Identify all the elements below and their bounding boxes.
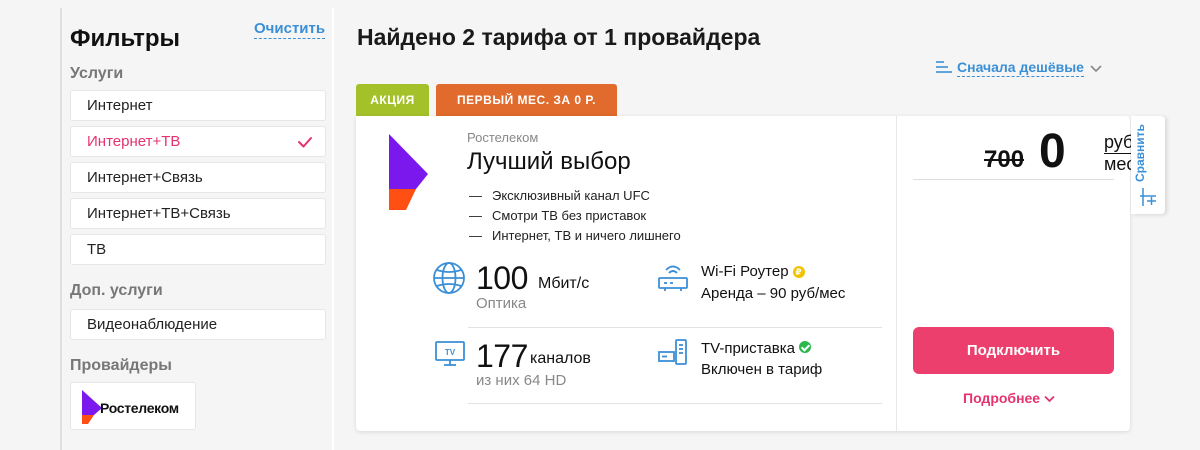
feature-item: Смотри ТВ без приставок: [469, 206, 681, 226]
tariff-card: Ростелеком Лучший выбор Эксклюзивный кан…: [356, 116, 1140, 431]
filter-label: ТВ: [87, 241, 107, 258]
tvbox-included: Включен в тариф: [701, 361, 823, 378]
provider-name: Ростелеком: [100, 400, 179, 416]
provider-name: Ростелеком: [467, 130, 539, 145]
globe-icon: [432, 261, 466, 300]
coin-icon: ₽: [792, 266, 805, 278]
filter-tv[interactable]: ТВ: [70, 234, 326, 265]
results-title: Найдено 2 тарифа от 1 провайдера: [357, 24, 761, 50]
filter-label: Интернет+Связь: [87, 169, 203, 186]
compare-tab[interactable]: Сравнить: [1131, 116, 1165, 214]
divider: [468, 327, 882, 328]
filter-video-surveillance[interactable]: Видеонаблюдение: [70, 309, 326, 340]
compare-icon: [1139, 186, 1157, 213]
rostelecom-logo: [388, 132, 428, 217]
router-label: Wi-Fi Роутер: [701, 263, 789, 280]
old-price: 700: [984, 146, 1025, 173]
filter-internet[interactable]: Интернет: [70, 90, 326, 121]
tvbox-label: TV-приставка: [701, 340, 795, 357]
current-price: 0: [1039, 125, 1066, 178]
channels-unit: каналов: [530, 350, 591, 367]
filter-label: Интернет: [87, 97, 153, 114]
svg-text:TV: TV: [445, 348, 456, 357]
filter-label: Интернет+ТВ: [87, 133, 181, 150]
tariff-name: Лучший выбор: [467, 148, 631, 175]
filter-internet-tv-phone[interactable]: Интернет+ТВ+Связь: [70, 198, 326, 229]
feature-list: Эксклюзивный канал UFC Смотри ТВ без при…: [469, 186, 681, 246]
hd-channels: из них 64 HD: [476, 372, 567, 389]
speed-unit: Мбит/с: [538, 275, 590, 292]
router-icon: [657, 262, 689, 297]
filters-sidebar: Фильтры Очистить Услуги Интернет Интерне…: [60, 8, 334, 450]
extra-services-label: Доп. услуги: [70, 282, 163, 299]
sort-dropdown[interactable]: Сначала дешёвые: [936, 59, 1102, 77]
channels-value: 177: [476, 338, 528, 374]
tv-icon: TV: [434, 340, 466, 373]
sort-label: Сначала дешёвые: [957, 59, 1084, 77]
sort-lines-icon: [936, 60, 952, 77]
filter-label: Интернет+ТВ+Связь: [87, 205, 231, 222]
provider-filter-rostelecom[interactable]: Ростелеком: [70, 382, 196, 430]
details-label: Подробнее: [963, 390, 1041, 406]
tvbox-title: TV-приставка: [701, 340, 811, 357]
filter-internet-phone[interactable]: Интернет+Связь: [70, 162, 326, 193]
tv-box-icon: [658, 338, 690, 373]
services-label: Услуги: [70, 65, 124, 82]
router-title: Wi-Fi Роутер ₽: [701, 263, 805, 280]
divider: [468, 403, 882, 404]
price-underline: [913, 179, 1114, 180]
chevron-down-icon: [1090, 60, 1102, 76]
connect-button[interactable]: Подключить: [913, 327, 1114, 374]
first-month-badge: ПЕРВЫЙ МЕС. ЗА 0 Р.: [436, 84, 617, 116]
filters-title: Фильтры: [70, 25, 181, 52]
providers-label: Провайдеры: [70, 357, 172, 374]
filter-label: Видеонаблюдение: [87, 316, 218, 333]
price-column-divider: [896, 116, 897, 431]
filter-internet-tv[interactable]: Интернет+ТВ: [70, 126, 326, 157]
check-icon: [297, 127, 313, 166]
price-currency: руб: [1104, 132, 1134, 152]
chevron-down-icon: [1044, 390, 1055, 406]
details-link[interactable]: Подробнее: [963, 390, 1055, 406]
connection-type: Оптика: [476, 295, 527, 312]
router-rent: Аренда – 90 руб/мес: [701, 285, 846, 302]
speed-value: 100: [476, 260, 528, 296]
promo-badge: АКЦИЯ: [356, 84, 429, 116]
feature-item: Эксклюзивный канал UFC: [469, 186, 681, 206]
compare-label: Сравнить: [1133, 124, 1147, 182]
clear-filters-link[interactable]: Очистить: [254, 20, 326, 39]
feature-item: Интернет, ТВ и ничего лишнего: [469, 226, 681, 246]
ok-check-icon: [798, 341, 811, 353]
